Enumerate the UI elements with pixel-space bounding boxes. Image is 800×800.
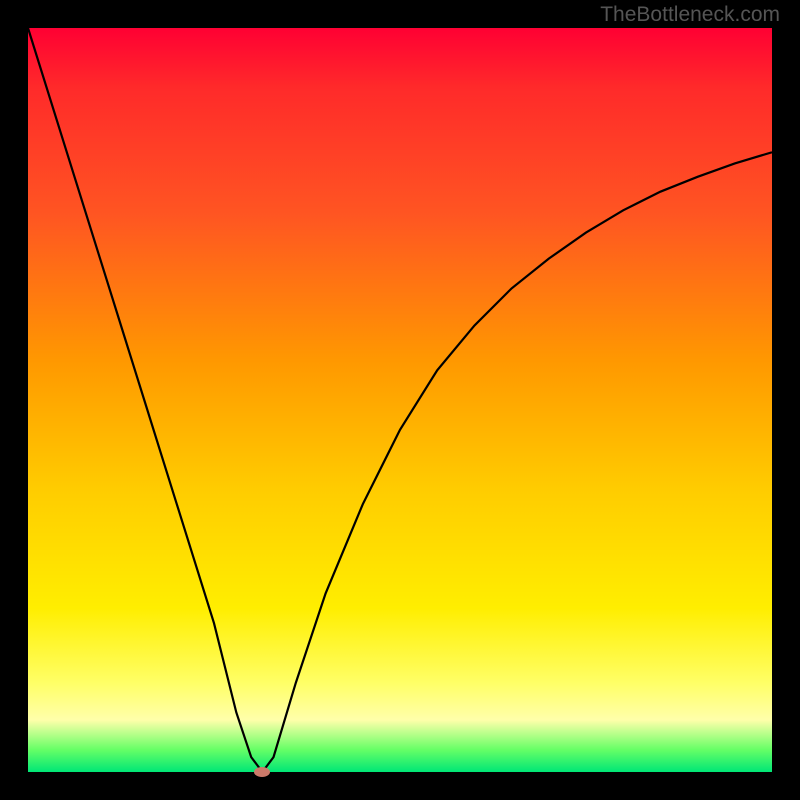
bottleneck-curve	[28, 28, 772, 772]
optimal-point-marker	[254, 767, 270, 777]
chart-container: TheBottleneck.com	[0, 0, 800, 800]
curve-svg	[28, 28, 772, 772]
plot-area	[28, 28, 772, 772]
watermark-text: TheBottleneck.com	[600, 3, 780, 27]
